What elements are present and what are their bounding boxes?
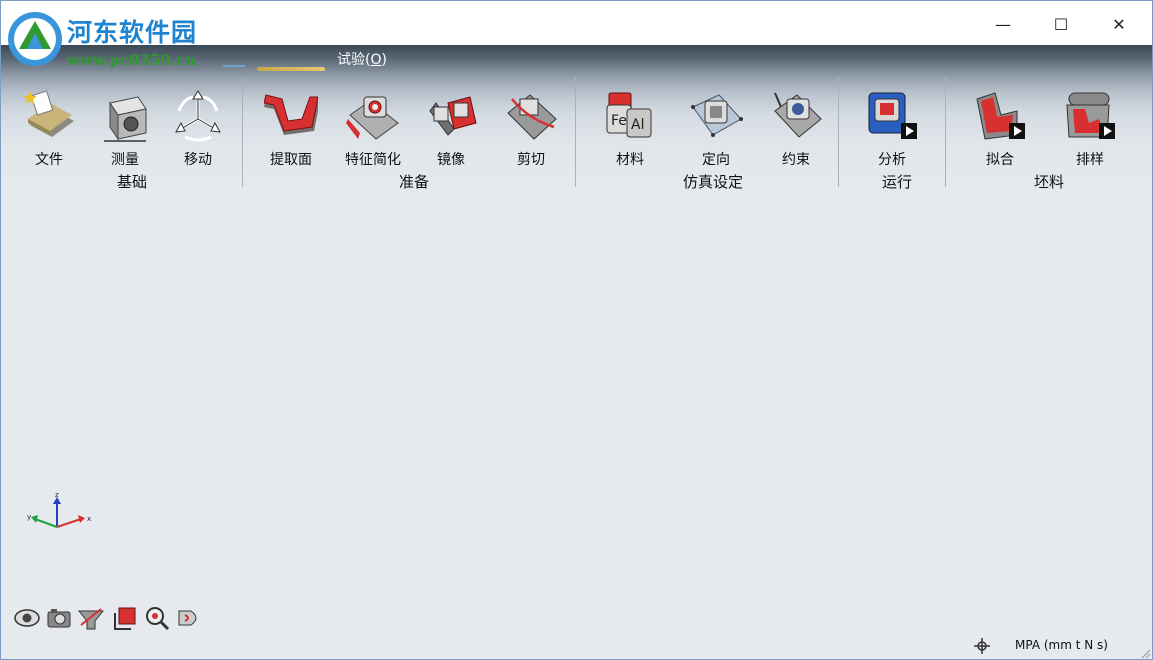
cut-button[interactable]: 剪切	[494, 89, 568, 169]
group-separator	[945, 77, 946, 187]
axis-y-label: y	[27, 513, 31, 521]
fit-view-icon[interactable]	[111, 603, 139, 633]
tool-label: 排样	[1076, 152, 1104, 168]
resize-grip-icon[interactable]	[1139, 647, 1151, 659]
analysis-button[interactable]: 分析	[855, 89, 929, 169]
analysis-icon	[868, 92, 917, 139]
nesting-icon	[1066, 92, 1115, 139]
watermark-title: 河东软件园	[67, 18, 198, 47]
group-label-prepare: 准备	[398, 173, 430, 191]
menu-experiment[interactable]: 试验(O)	[337, 49, 387, 69]
mirror-button[interactable]: 镜像	[414, 89, 488, 169]
tool-label: 分析	[878, 152, 906, 168]
minimize-button[interactable]: —	[974, 3, 1032, 45]
tool-label: 提取面	[270, 152, 312, 168]
tool-label: 镜像	[437, 152, 465, 168]
group-label-run: 运行	[881, 173, 913, 191]
constraint-icon	[774, 92, 822, 138]
tool-label: 测量	[111, 152, 139, 168]
extract-face-button[interactable]: 提取面	[254, 89, 328, 169]
group-label-simulation: 仿真设定	[682, 173, 744, 191]
eye-icon[interactable]	[13, 603, 41, 633]
group-separator	[242, 77, 243, 187]
feature-simplify-icon	[346, 96, 399, 140]
svg-text:Al: Al	[631, 117, 644, 133]
constraint-button[interactable]: 约束	[759, 89, 833, 169]
orientation-button[interactable]: 定向	[679, 89, 753, 169]
file-button[interactable]: 文件	[12, 89, 86, 169]
feature-simplify-button[interactable]: 特征简化	[336, 89, 410, 169]
move-button[interactable]: 移动	[161, 89, 235, 169]
tab-indicator-gold	[257, 67, 325, 71]
move-icon	[175, 90, 221, 142]
tool-label: 材料	[616, 152, 644, 168]
fit-button[interactable]: 拟合	[963, 89, 1037, 169]
section-view-icon[interactable]	[77, 603, 105, 633]
orientation-icon	[691, 94, 743, 137]
close-button[interactable]: ✕	[1090, 3, 1148, 45]
axis-x-label: x	[87, 515, 91, 523]
watermark-url: www.pc0359.cn	[67, 51, 197, 69]
measure-button[interactable]: 测量	[88, 89, 162, 169]
tool-label: 拟合	[986, 152, 1014, 168]
group-separator	[838, 77, 839, 187]
watermark: 河东软件园 www.pc0359.cn	[5, 7, 245, 71]
measure-icon	[104, 96, 147, 142]
group-separator	[575, 77, 576, 187]
cut-icon	[507, 94, 557, 140]
material-icon: Fe Al	[606, 92, 652, 138]
tool-label: 剪切	[517, 152, 545, 168]
crosshair-icon[interactable]	[973, 637, 991, 655]
close-icon: ✕	[1112, 14, 1126, 34]
tool-label: 文件	[35, 152, 63, 168]
maximize-button[interactable]: ☐	[1032, 3, 1090, 45]
app-window: — ☐ ✕ 试验(O) 文件 测量 移动 基础 提取面 特征简化 镜像 剪切 准…	[0, 0, 1153, 660]
file-icon	[23, 90, 74, 137]
tool-label: 定向	[702, 152, 730, 168]
axis-z-label: z	[55, 491, 59, 499]
zoom-icon[interactable]	[143, 603, 171, 633]
tool-label: 特征简化	[345, 152, 401, 168]
extract-face-icon	[264, 94, 318, 135]
mirror-icon	[429, 96, 477, 136]
fit-icon	[976, 92, 1025, 140]
group-label-basic: 基础	[116, 173, 148, 191]
3d-view-icon[interactable]	[175, 603, 203, 633]
group-label-blank: 坯料	[1033, 173, 1065, 191]
tool-label: 移动	[184, 152, 212, 168]
tool-label: 约束	[782, 152, 810, 168]
material-button[interactable]: Fe Al 材料	[593, 89, 667, 169]
nesting-button[interactable]: 排样	[1053, 89, 1127, 169]
minimize-icon: —	[995, 14, 1011, 34]
maximize-icon: ☐	[1053, 14, 1069, 34]
svg-text:Fe: Fe	[611, 113, 627, 129]
camera-icon[interactable]	[45, 603, 73, 633]
axis-triad: z x y	[27, 491, 91, 528]
watermark-logo-icon	[8, 12, 62, 66]
units-status: MPA (mm t N s)	[1015, 638, 1108, 652]
